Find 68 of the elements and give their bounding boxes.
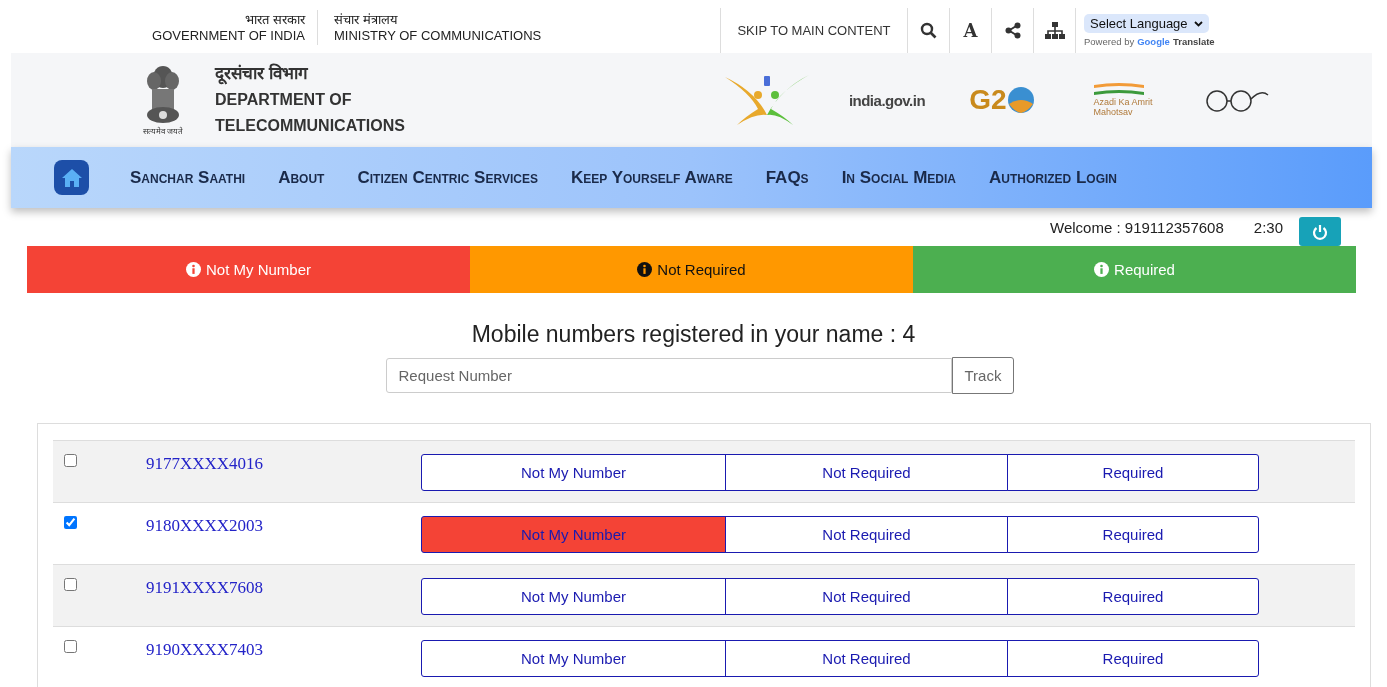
mobile-number: 9191XXXX7608	[146, 578, 265, 599]
share-button[interactable]	[1004, 22, 1021, 39]
home-button[interactable]	[54, 160, 89, 195]
choice-button[interactable]: Required	[1007, 516, 1259, 553]
choice-button[interactable]: Not Required	[725, 578, 1008, 615]
choice-button[interactable]: Not Required	[725, 640, 1008, 677]
glasses-icon	[1205, 87, 1269, 113]
share-icon	[1004, 22, 1021, 39]
globe-icon	[1006, 86, 1035, 114]
choice-button[interactable]: Required	[1007, 640, 1259, 677]
nav-link[interactable]: Authorized Login	[988, 167, 1118, 188]
nav-link[interactable]: Sanchar Saathi	[130, 167, 246, 188]
power-icon	[1312, 223, 1328, 240]
page-heading: Mobile numbers registered in your name : 4	[470, 321, 917, 348]
info-icon	[186, 262, 201, 277]
choice-button[interactable]: Not Required	[725, 516, 1008, 553]
sitemap-icon	[1044, 22, 1065, 39]
department-title: DEPARTMENT OF	[215, 90, 353, 110]
logout-button[interactable]	[1299, 217, 1341, 246]
emblem-motto: सत्यमेव जयते	[142, 125, 184, 136]
logo-text: india.gov.in	[848, 91, 926, 109]
search-icon	[920, 22, 937, 39]
nav-link[interactable]: In Social Media	[841, 167, 956, 188]
choice-button[interactable]: Required	[1007, 454, 1259, 491]
translate-label: Translate	[1172, 36, 1215, 47]
nav-link[interactable]: FAQs	[765, 167, 809, 188]
mobile-number: 9180XXXX2003	[146, 516, 265, 537]
nav-link[interactable]: About	[278, 167, 325, 188]
legend-label: Not My Number	[206, 261, 311, 278]
choice-button[interactable]: Not My Number	[421, 578, 726, 615]
mobile-number: 9190XXXX7403	[146, 640, 265, 661]
welcome-label: Welcome : 919112357608	[1050, 218, 1224, 236]
choice-button[interactable]: Required	[1007, 578, 1259, 615]
government-label: GOVERNMENT OF INDIA	[152, 27, 305, 44]
request-number-field[interactable]: Request Number	[385, 358, 952, 393]
language-select[interactable]: Select Language	[1084, 14, 1209, 33]
row-checkbox[interactable]	[64, 578, 77, 591]
legend-label: Not Required	[657, 261, 746, 278]
home-icon	[60, 167, 83, 188]
logo-text: Azadi Ka Amrit Mahotsav	[1093, 97, 1154, 117]
choice-button[interactable]: Not Required	[725, 454, 1008, 491]
row-checkbox[interactable]	[64, 454, 77, 467]
font-size-button[interactable]: A	[963, 20, 978, 41]
row-checkbox[interactable]	[64, 640, 77, 653]
track-button[interactable]: Track	[951, 357, 1015, 394]
department-title: दूरसंचार विभाग	[215, 62, 309, 87]
sitemap-button[interactable]	[1044, 22, 1065, 39]
nav-link[interactable]: Citizen Centric Services	[357, 167, 538, 188]
hindi-label: संचार मंत्रालय	[334, 11, 399, 28]
nav-link[interactable]: Keep Yourself Aware	[570, 167, 733, 188]
caret-icon	[1193, 20, 1203, 27]
logo-text: G2	[969, 84, 1007, 116]
choice-button[interactable]: Not My Number	[421, 454, 726, 491]
skip-link[interactable]: SKIP TO MAIN CONTENT	[737, 23, 891, 38]
flag-icon	[1093, 83, 1144, 97]
info-icon	[1094, 262, 1110, 277]
search-button[interactable]	[920, 22, 937, 39]
google-label: Google	[1137, 36, 1170, 47]
legend-label: Required	[1114, 261, 1175, 278]
ministry-label: MINISTRY OF COMMUNICATIONS	[334, 27, 543, 44]
department-title: TELECOMMUNICATIONS	[215, 116, 406, 136]
row-checkbox[interactable]	[64, 516, 77, 529]
session-timer: 2:30	[1253, 218, 1283, 236]
mobile-number: 9177XXXX4016	[146, 454, 265, 475]
powered-by-label: Powered by	[1084, 36, 1135, 47]
info-icon	[637, 262, 653, 277]
hindi-label: भारत सरकार	[245, 11, 305, 28]
choice-button[interactable]: Not My Number	[421, 640, 726, 677]
